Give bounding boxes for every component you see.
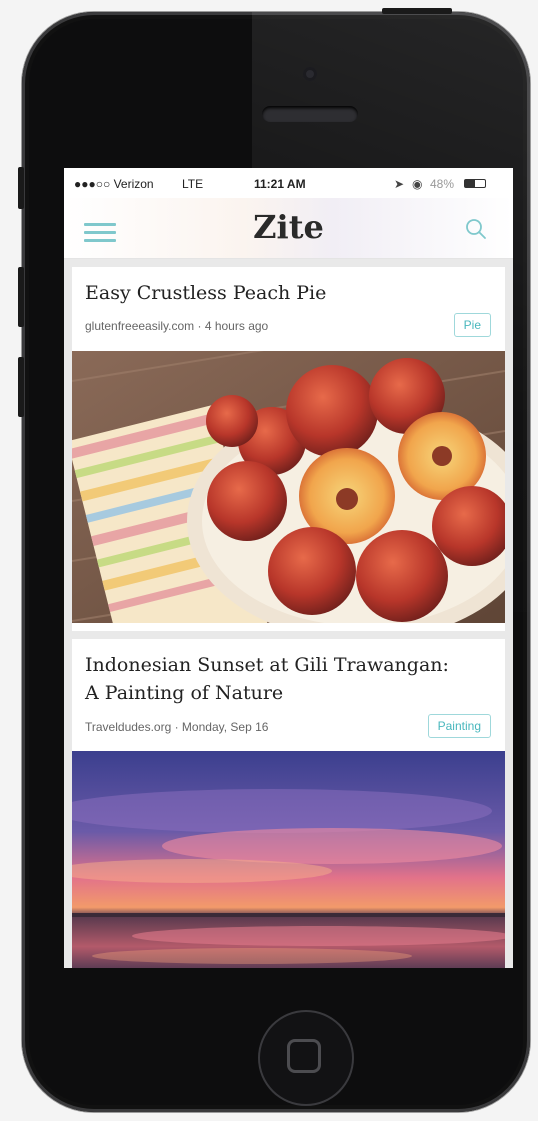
article-image[interactable] xyxy=(72,751,505,968)
mute-switch xyxy=(18,167,24,209)
battery-percent: 48% xyxy=(430,177,455,191)
sleep-button xyxy=(382,8,452,14)
sunset-over-water-photo xyxy=(72,751,505,968)
front-camera xyxy=(303,67,317,81)
topic-tag[interactable]: Painting xyxy=(427,714,491,738)
search-icon[interactable] xyxy=(465,218,487,240)
article-source: glutenfreeeasily.com · 4 hours ago xyxy=(85,319,269,333)
home-square-icon xyxy=(287,1039,321,1073)
alarm-icon: ◉ xyxy=(412,177,423,191)
topic-tag[interactable]: Pie xyxy=(453,313,491,337)
clock: 11:21 AM xyxy=(254,177,306,191)
network-label: LTE xyxy=(182,177,204,191)
article-title-line-1[interactable]: Indonesian Sunset at Gili Trawangan: xyxy=(85,651,449,679)
battery-icon xyxy=(464,179,486,188)
home-button[interactable] xyxy=(258,1010,354,1106)
app-screen: ●●●○○ Verizon LTE 11:21 AM ➤ ◉ 48% Zite … xyxy=(64,168,513,968)
location-arrow-icon: ➤ xyxy=(394,177,405,191)
article-image[interactable] xyxy=(72,351,505,623)
peaches-in-bowl-photo xyxy=(72,351,505,623)
article-feed: Easy Crustless Peach Pie glutenfreeeasil… xyxy=(64,259,513,968)
article-title-line-2[interactable]: A Painting of Nature xyxy=(85,679,283,707)
article-card[interactable]: Indonesian Sunset at Gili Trawangan: A P… xyxy=(72,639,505,968)
nav-bar: Zite xyxy=(64,198,513,259)
volume-up-button xyxy=(18,267,24,327)
volume-down-button xyxy=(18,357,24,417)
earpiece-speaker xyxy=(262,106,358,122)
article-source: Traveldudes.org · Monday, Sep 16 xyxy=(85,720,269,734)
article-title[interactable]: Easy Crustless Peach Pie xyxy=(85,279,326,307)
app-title: Zite xyxy=(253,208,324,246)
article-card[interactable]: Easy Crustless Peach Pie glutenfreeeasil… xyxy=(72,267,505,631)
status-bar: ●●●○○ Verizon LTE 11:21 AM ➤ ◉ 48% xyxy=(64,168,513,198)
carrier-label: ●●●○○ Verizon xyxy=(74,177,154,191)
